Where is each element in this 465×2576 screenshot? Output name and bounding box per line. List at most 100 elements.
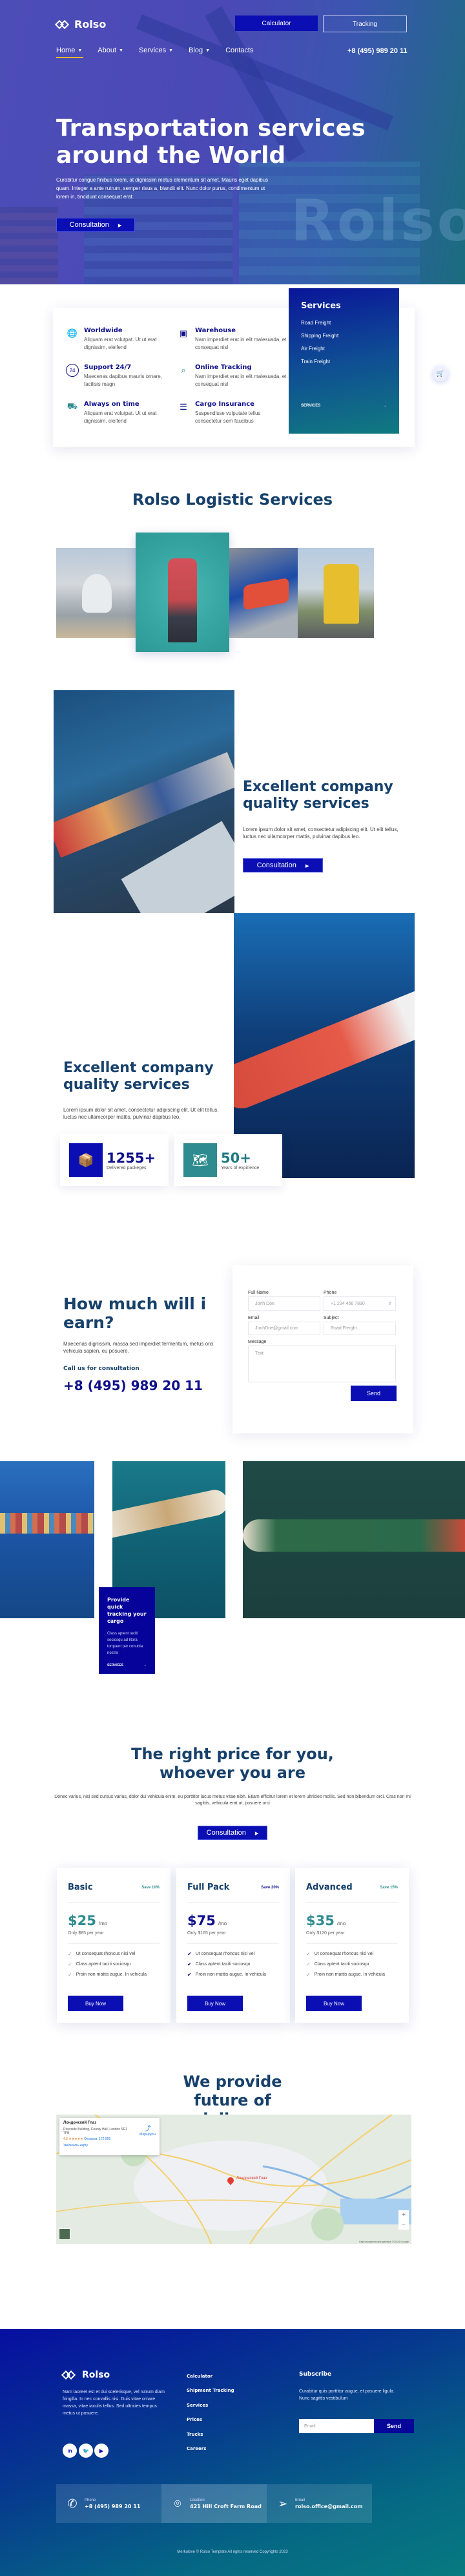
zoom-in-button[interactable]: +	[402, 2212, 406, 2219]
excellent-consultation-button[interactable]: Consultation ▸	[243, 858, 323, 872]
service-link-train[interactable]: Train Freight	[301, 359, 387, 364]
feature-title: Online Tracking	[195, 364, 252, 371]
excellent-title-2: Excellent company quality services	[63, 1060, 214, 1093]
place-reviews-link[interactable]: Отзывов: 172 066	[84, 2137, 110, 2141]
plan-yearly: Only $165 per year	[187, 1931, 279, 1944]
plan-yearly: Only $120 per year	[306, 1931, 398, 1944]
plan-feature-text: Proin non mattis augue. In vehicula	[76, 1972, 147, 1977]
footer-link-prices[interactable]: Prices	[187, 2417, 202, 2422]
truck-photo	[298, 548, 374, 638]
footer-link-shipment-tracking[interactable]: Shipment Tracking	[187, 2388, 234, 2393]
place-address: Riverside Building, County Hall, London …	[63, 2127, 127, 2135]
subscribe-email-input[interactable]: Email	[299, 2419, 374, 2433]
header-phone[interactable]: +8 (495) 989 20 11	[347, 47, 408, 55]
service-link-shipping[interactable]: Shipping Freight	[301, 333, 387, 339]
caret-down-icon: ▼	[205, 48, 211, 53]
contact-label: Phone	[85, 2498, 96, 2502]
logistic-section-title: Rolso Logistic Services	[132, 491, 333, 509]
earn-title: How much will i earn?	[63, 1294, 207, 1332]
footer-link-careers[interactable]: Careers	[187, 2446, 206, 2451]
directions-icon: ⤴	[144, 2126, 151, 2133]
button-label: Consultation	[256, 861, 296, 869]
check-icon: ✔	[187, 1972, 192, 1978]
globe-icon: 🌐	[67, 328, 78, 338]
map-place-card: Лондонский Глаз Riverside Building, Coun…	[59, 2118, 160, 2155]
buy-now-button[interactable]: Buy Now	[306, 1996, 362, 2011]
stat-card-packages: 📦 1255+ Delivered packeges	[60, 1134, 169, 1186]
brand-name: Rolso	[74, 18, 107, 30]
consultation-phone[interactable]: +8 (495) 989 20 11	[63, 1378, 203, 1393]
caret-down-icon: ▼	[119, 48, 123, 53]
enlarge-map-link[interactable]: Увеличить карту	[63, 2144, 156, 2148]
footer-link-calculator[interactable]: Calculator	[187, 2374, 212, 2379]
contact-value: 421 Hill Croft Farm Road	[190, 2503, 262, 2509]
check-icon: ✓	[306, 1972, 311, 1978]
message-textarea[interactable]: Text	[248, 1346, 396, 1382]
form-send-button[interactable]: Send	[351, 1386, 397, 1401]
footer-link-services[interactable]: Services	[187, 2403, 208, 2408]
check-icon: ✓	[68, 1951, 72, 1957]
buy-now-button[interactable]: Buy Now	[187, 1996, 243, 2011]
stat-value: 50+	[221, 1150, 251, 1166]
cart-icon: 🛒	[436, 370, 445, 377]
footer-logo[interactable]: Rolso	[61, 2370, 110, 2380]
phone-input[interactable]: +1 234 456 7890 ⇕	[324, 1296, 396, 1311]
warehouse-box-icon: ▣	[179, 328, 188, 338]
twitter-icon[interactable]: 🐦	[79, 2444, 93, 2458]
routes-button[interactable]: ⤴ Маршруты	[140, 2123, 156, 2137]
tracking-card-text: Class aptent taciti sociosqu ad litora t…	[107, 1632, 143, 1655]
button-label: Consultation	[69, 221, 109, 229]
plan-feature-text: Ut consequat rhoncus nisi vel	[76, 1952, 136, 1956]
spinner-icon[interactable]: ⇕	[388, 1302, 391, 1306]
subject-input[interactable]: Road Freight	[324, 1322, 396, 1335]
pricing-description: Donec varius, nisi sed cursus varius, do…	[54, 1795, 411, 1806]
nav-item-services[interactable]: Services ▼	[139, 47, 173, 54]
cart-float-button[interactable]: 🛒	[433, 366, 448, 381]
map-layer-toggle[interactable]	[59, 2228, 70, 2240]
contact-location[interactable]: ⌾ Location 421 Hill Croft Farm Road	[161, 2484, 267, 2523]
support-24-icon: 24	[66, 364, 79, 377]
pricing-consultation-button[interactable]: Consultation ▸	[198, 1826, 267, 1840]
tracking-services-link[interactable]: SERVICES →	[107, 1663, 147, 1667]
stat-card-years: 🗺 50+ Years of expirience	[174, 1134, 282, 1186]
package-check-icon: 📦	[69, 1143, 103, 1177]
email-input[interactable]: JonhDoe@gmail.com	[248, 1322, 320, 1335]
contact-label: Email	[295, 2498, 305, 2502]
tracking-button[interactable]: Tracking	[323, 16, 407, 32]
cruise-ship-aerial-photo	[243, 1461, 465, 1618]
contact-label: Location	[190, 2498, 205, 2502]
buy-now-button[interactable]: Buy Now	[68, 1996, 123, 2011]
service-link-air[interactable]: Air Freight	[301, 346, 387, 352]
service-link-road[interactable]: Road Freight	[301, 320, 387, 326]
nav-item-about[interactable]: About ▼	[98, 47, 123, 54]
logo-icon	[61, 2370, 77, 2380]
tracking-card: Provide quick tracking your cargo Class …	[99, 1587, 155, 1674]
hero-description: Curabitur congue finibus lorem, at digni…	[56, 177, 269, 200]
youtube-icon[interactable]: ▶	[94, 2444, 108, 2458]
subscribe-send-button[interactable]: Send	[374, 2419, 414, 2433]
nav-item-home[interactable]: Home ▼	[56, 47, 84, 58]
play-arrow-icon: ▸	[254, 1829, 259, 1837]
truck-clock-icon: ⛟	[67, 401, 78, 411]
feature-item: 24 Support 24/7 Maecenas dapibus mauris o…	[66, 364, 176, 388]
brand-logo[interactable]: Rolso	[54, 18, 107, 30]
feature-title: Support 24/7	[84, 364, 132, 371]
contact-email[interactable]: ➢ Email rolso.office@gmail.com	[267, 2484, 372, 2523]
full-name-input[interactable]: Jonh Doe	[248, 1296, 320, 1311]
hero-consultation-button[interactable]: Consultation ▸	[56, 218, 135, 232]
footer-link-trucks[interactable]: Trucks	[187, 2432, 203, 2437]
nav-item-blog[interactable]: Blog ▼	[189, 47, 210, 54]
call-label: Call us for consultation	[63, 1366, 140, 1372]
earn-description: Maecenas dignissim, massa sed imperdiet …	[63, 1341, 214, 1354]
calculator-button[interactable]: Calculator	[235, 16, 318, 31]
services-more-link[interactable]: SERVICES →	[301, 404, 387, 408]
port-ship-photo	[54, 690, 234, 913]
linkedin-icon[interactable]: in	[63, 2444, 77, 2458]
contact-phone[interactable]: ✆ Phone +8 (495) 989 20 11	[56, 2484, 161, 2523]
nav-item-contacts[interactable]: Contacts	[225, 47, 253, 54]
plan-period: /mo	[218, 1921, 227, 1927]
plan-name: Basic	[68, 1883, 93, 1892]
zoom-out-button[interactable]: −	[402, 2221, 406, 2228]
plan-feature-text: Proin non mattis augue. In vehicula	[314, 1972, 386, 1977]
plan-feature-text: Proin non mattis augue. In vehicula	[195, 1972, 267, 1977]
